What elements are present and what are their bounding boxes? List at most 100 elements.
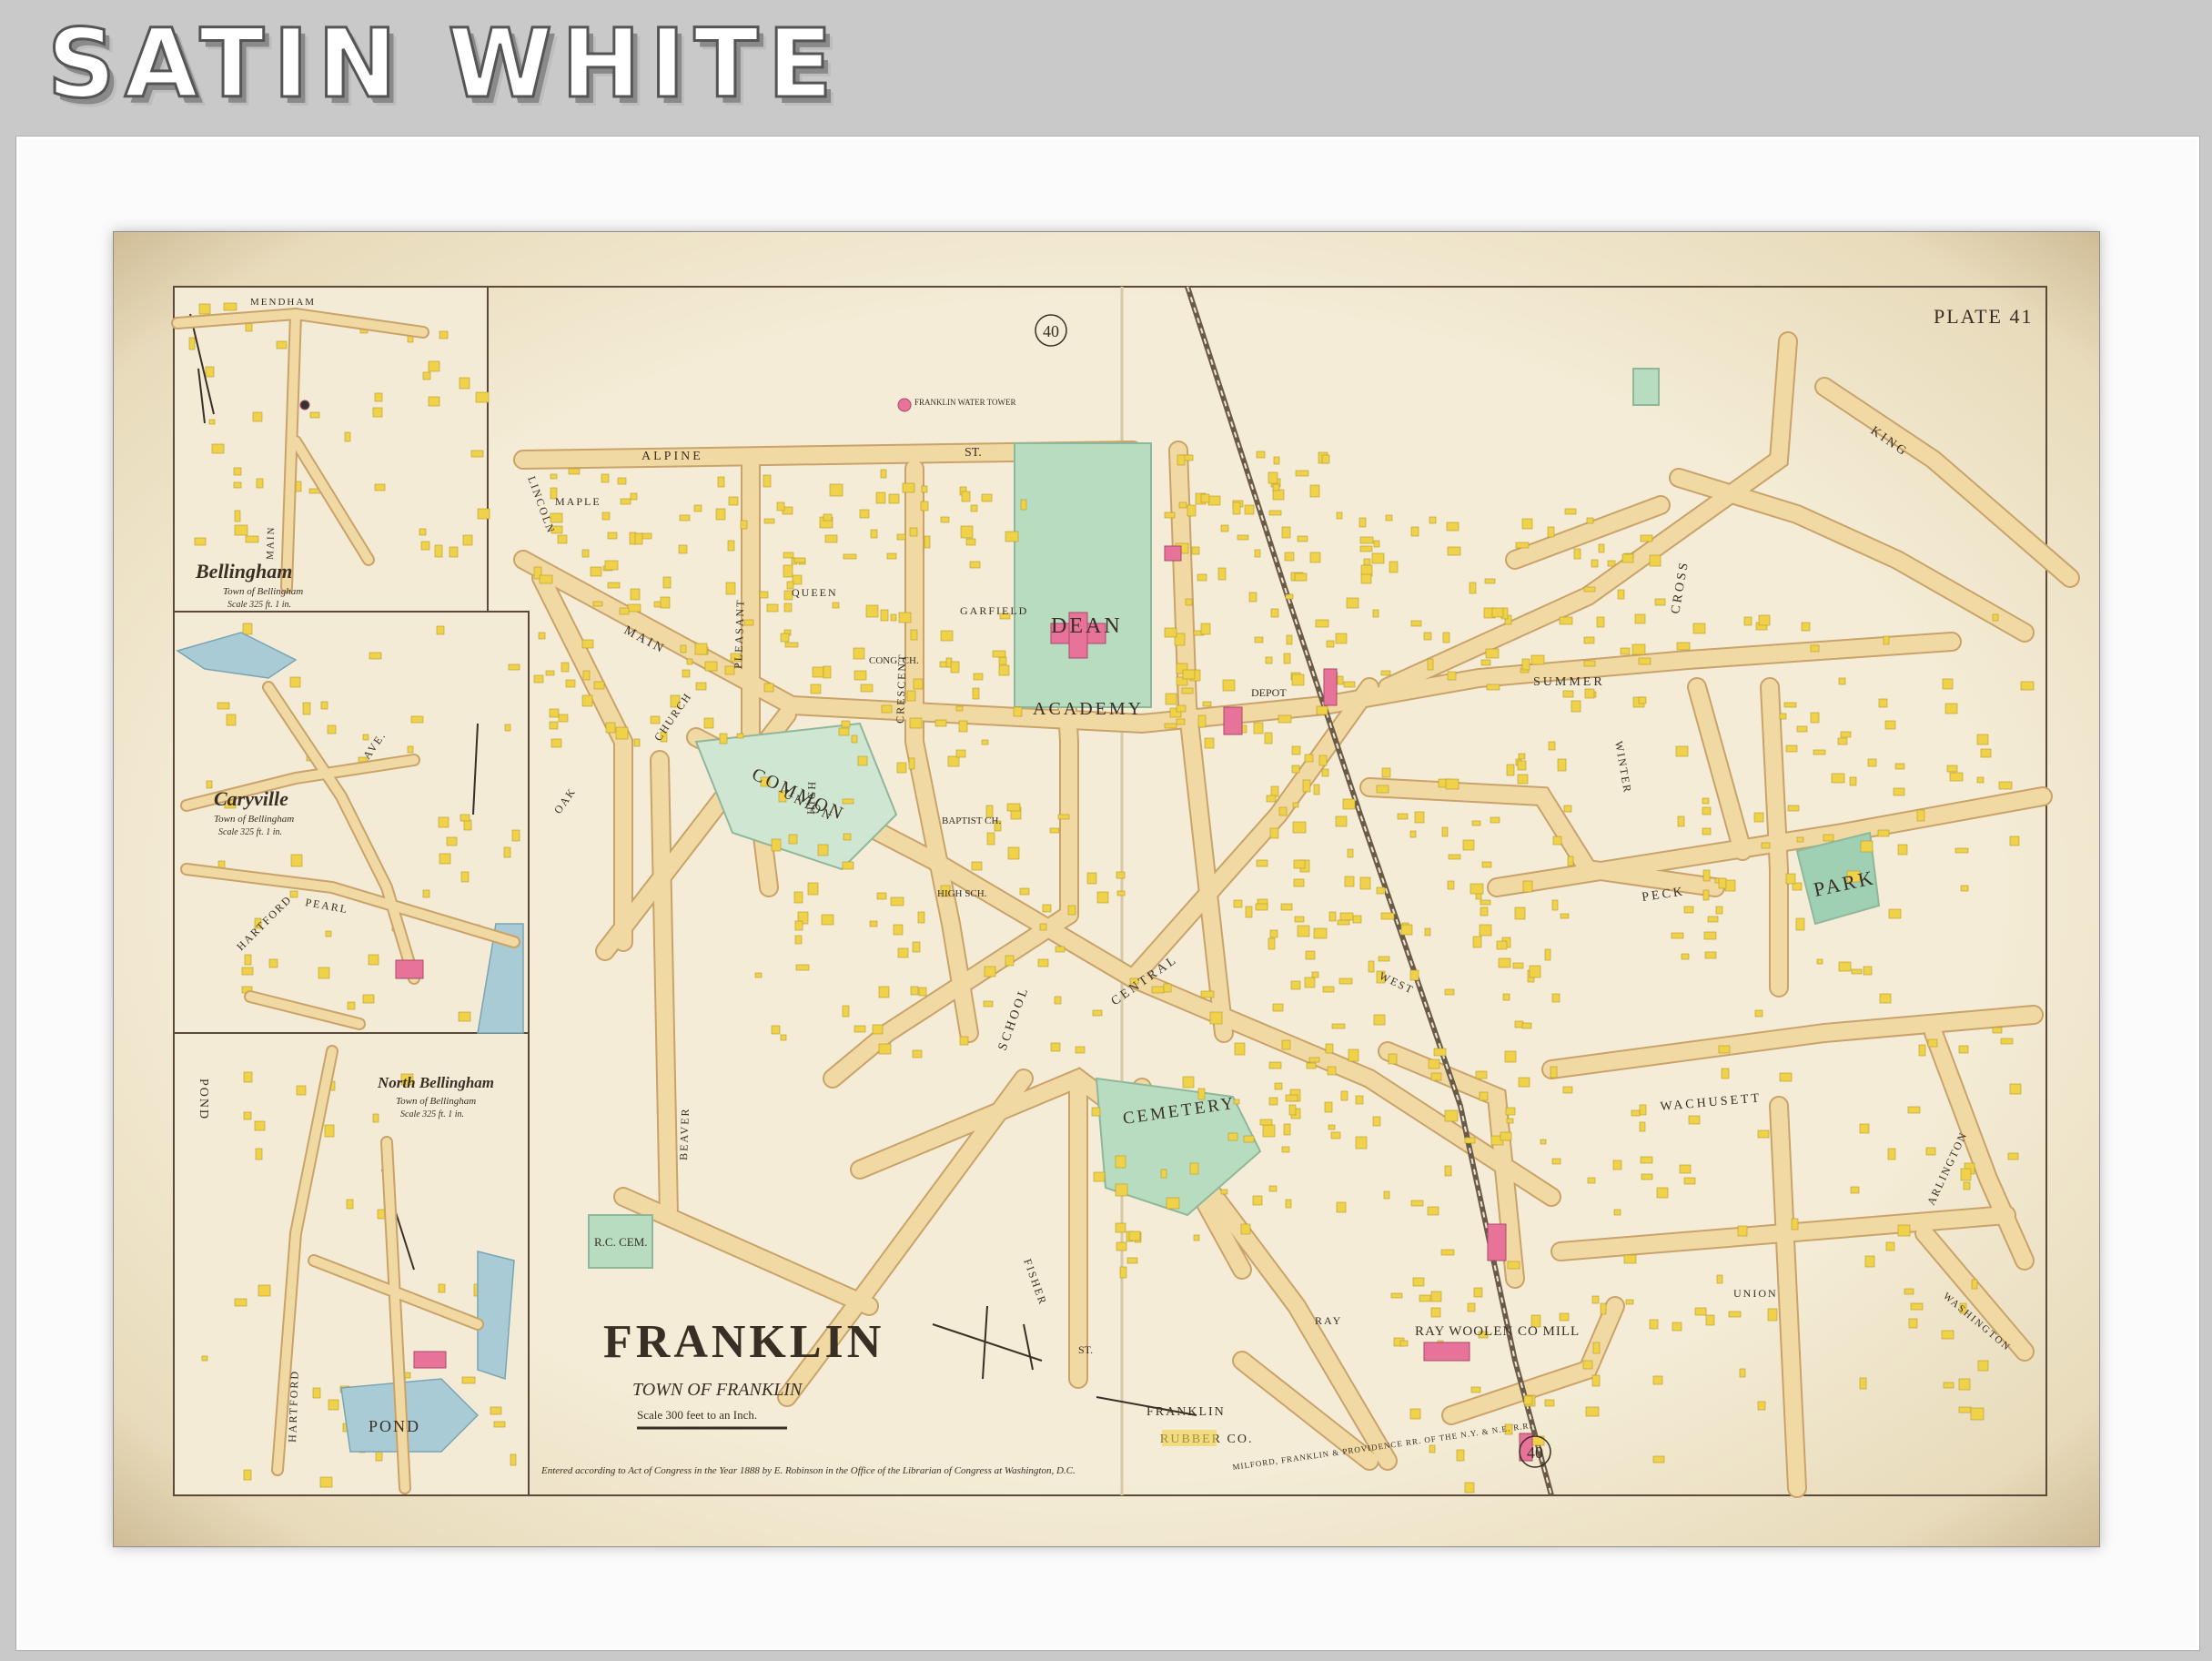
building: [1290, 980, 1301, 990]
building: [242, 623, 253, 635]
building: [581, 639, 594, 649]
building: [1324, 1101, 1333, 1113]
building: [1758, 614, 1771, 626]
building: [1185, 598, 1193, 606]
building: [1412, 1277, 1425, 1287]
building: [1335, 633, 1348, 644]
building: [539, 574, 553, 584]
building: [1916, 809, 1925, 822]
building: [823, 665, 832, 679]
building: [695, 682, 707, 691]
building: [650, 715, 661, 724]
building: [1339, 912, 1354, 921]
building: [1049, 827, 1060, 834]
building: [1506, 1118, 1514, 1124]
building: [558, 714, 569, 723]
building: [1316, 705, 1328, 715]
building: [725, 582, 736, 595]
building: [1278, 806, 1288, 816]
building: [226, 714, 237, 726]
building: [1467, 1302, 1476, 1312]
building: [1255, 903, 1268, 911]
station-building: [1164, 545, 1182, 562]
building: [1240, 1223, 1251, 1235]
building: [1521, 658, 1530, 671]
map-sheet[interactable]: PLATE 41 40 40 FRANKLIN TOWN OF FRANKLIN…: [113, 231, 2100, 1547]
building: [970, 504, 978, 512]
building: [1521, 1022, 1532, 1029]
building: [1557, 758, 1567, 772]
building: [1409, 830, 1417, 838]
building: [1547, 526, 1555, 538]
building: [290, 854, 303, 867]
building: [1702, 797, 1710, 805]
building: [1688, 1115, 1701, 1125]
building: [1381, 767, 1391, 778]
street-queen: QUEEN: [792, 586, 838, 599]
building: [841, 720, 851, 728]
building: [1359, 545, 1373, 552]
building: [1904, 1288, 1914, 1295]
building: [347, 1001, 356, 1010]
building: [793, 891, 803, 904]
building: [302, 702, 311, 715]
building: [438, 1283, 446, 1293]
building: [206, 780, 213, 789]
building: [910, 986, 919, 996]
building: [1281, 1146, 1290, 1153]
building: [1529, 965, 1541, 978]
building: [1293, 878, 1305, 887]
building: [1692, 623, 1706, 634]
building: [374, 483, 386, 491]
building: [728, 496, 739, 506]
building: [1067, 905, 1076, 916]
building: [893, 924, 904, 936]
building: [679, 514, 691, 522]
building: [407, 745, 414, 754]
building: [784, 642, 799, 648]
building: [1591, 1374, 1601, 1387]
building: [1055, 946, 1066, 953]
building: [1490, 816, 1500, 824]
building: [312, 1387, 321, 1399]
mill-building: [1487, 1223, 1507, 1261]
building: [1207, 495, 1221, 506]
building: [328, 1399, 339, 1411]
building: [1165, 693, 1177, 705]
building: [1721, 1068, 1730, 1079]
building: [682, 669, 691, 678]
building: [934, 719, 947, 727]
building: [234, 510, 241, 522]
building: [508, 663, 520, 671]
building: [1551, 899, 1559, 911]
building: [1671, 932, 1684, 939]
building: [1677, 815, 1685, 827]
building: [1318, 755, 1328, 766]
building: [233, 481, 242, 489]
building: [1907, 1106, 1921, 1114]
building: [1297, 535, 1308, 542]
building: [1562, 1086, 1573, 1094]
building: [686, 658, 693, 665]
building: [1946, 765, 1958, 773]
building: [1867, 758, 1877, 767]
building: [243, 1469, 252, 1481]
building: [908, 757, 915, 770]
building: [1971, 1279, 1978, 1290]
building: [1707, 916, 1719, 923]
building: [372, 1113, 379, 1123]
building: [1447, 671, 1457, 681]
building: [1390, 1292, 1403, 1299]
building: [992, 650, 1006, 658]
building: [1389, 561, 1399, 573]
building: [1259, 1119, 1273, 1126]
building: [1544, 948, 1551, 961]
building: [325, 930, 332, 937]
building: [1837, 737, 1848, 745]
building: [1942, 678, 1954, 690]
building: [955, 749, 966, 758]
building: [812, 666, 824, 678]
building: [965, 538, 976, 546]
building: [223, 302, 237, 311]
building: [1163, 983, 1172, 993]
